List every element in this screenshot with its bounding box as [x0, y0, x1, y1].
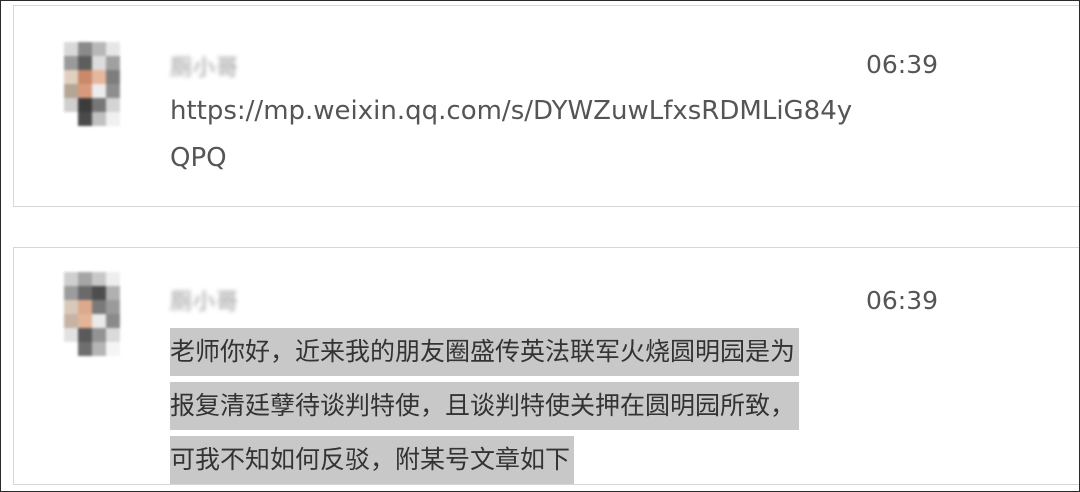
message-card[interactable]: 厕小哥 06:39 https://mp.weixin.qq.com/s/DYW…	[13, 5, 1079, 207]
sender-name: 厕小哥	[170, 290, 240, 315]
message-text[interactable]: 老师你好，近来我的朋友圈盛传英法联军火烧圆明园是为 报复清廷孽待谈判特使，且谈判…	[170, 326, 870, 488]
message-line: 可我不知如何反驳，附某号文章如下	[170, 436, 575, 484]
message-line: 老师你好，近来我的朋友圈盛传英法联军火烧圆明园是为	[170, 328, 800, 376]
avatar[interactable]	[64, 272, 126, 364]
message-link[interactable]: https://mp.weixin.qq.com/s/DYWZuwLfxsRDM…	[170, 88, 870, 182]
chat-window: 厕小哥 06:39 https://mp.weixin.qq.com/s/DYW…	[0, 0, 1080, 492]
message-time: 06:39	[866, 50, 939, 79]
message-time: 06:39	[866, 286, 939, 315]
message-line: 报复清廷孽待谈判特使，且谈判特使关押在圆明园所致，	[170, 382, 800, 430]
avatar[interactable]	[64, 42, 126, 134]
message-card[interactable]: 厕小哥 06:39 老师你好，近来我的朋友圈盛传英法联军火烧圆明园是为 报复清廷…	[13, 247, 1079, 485]
sender-name: 厕小哥	[170, 56, 240, 81]
